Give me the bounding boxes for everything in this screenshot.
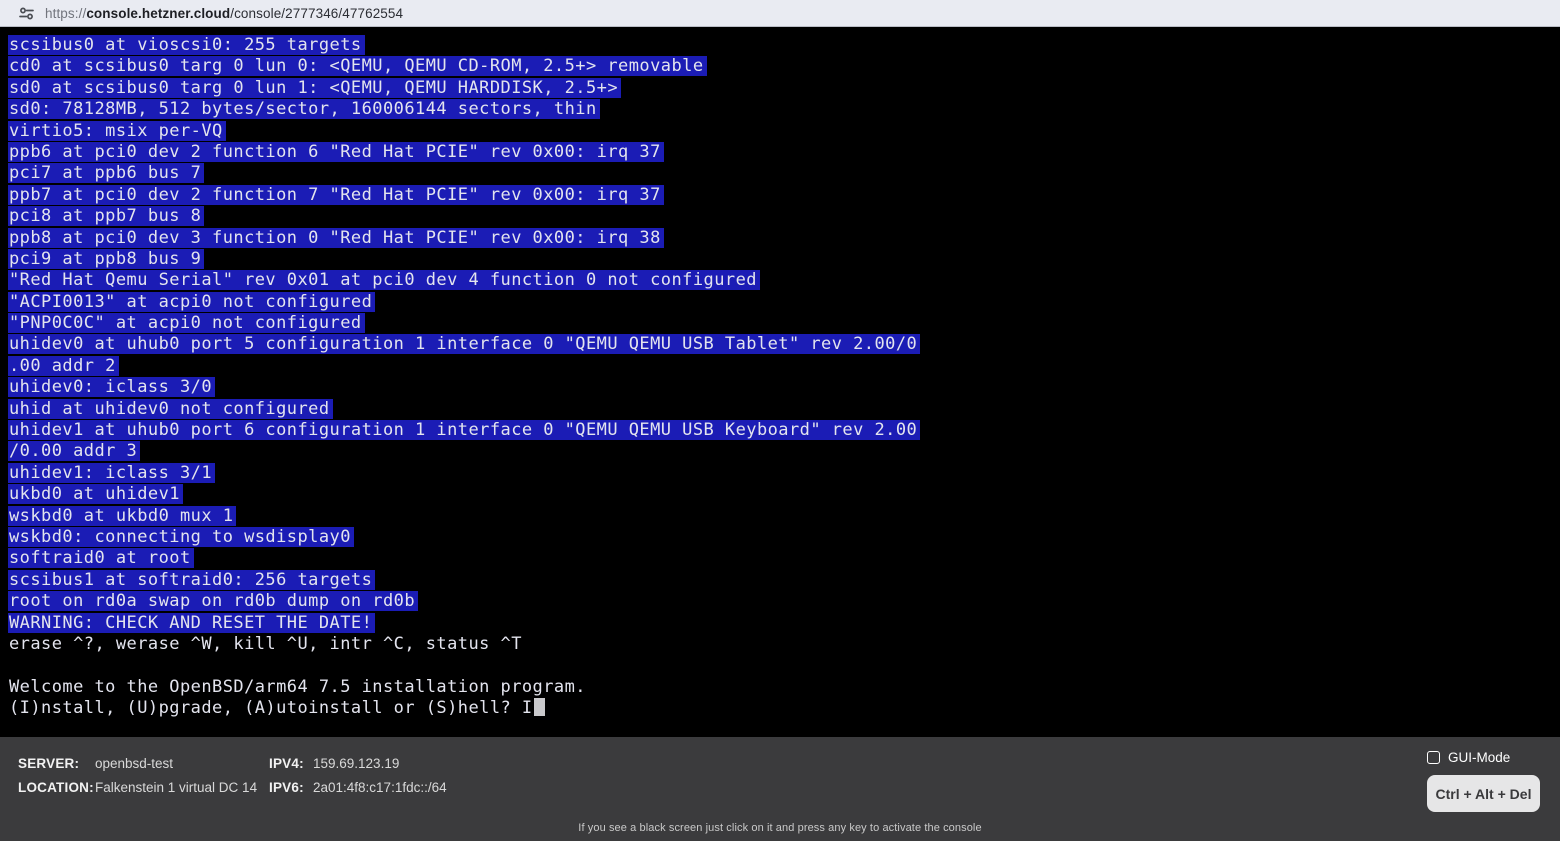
terminal-line: uhidev1 at uhub0 port 6 configuration 1 …	[9, 420, 1560, 441]
terminal-line: (I)nstall, (U)pgrade, (A)utoinstall or (…	[9, 698, 1560, 719]
terminal-line: sd0 at scsibus0 targ 0 lun 1: <QEMU, QEM…	[9, 78, 1560, 99]
text-cursor	[534, 698, 545, 716]
server-value: openbsd-test	[95, 756, 269, 771]
terminal-line: root on rd0a swap on rd0b dump on rd0b	[9, 591, 1560, 612]
terminal-line: erase ^?, werase ^W, kill ^U, intr ^C, s…	[9, 634, 1560, 655]
terminal-line: /0.00 addr 3	[9, 441, 1560, 462]
terminal-line: uhidev1: iclass 3/1	[9, 463, 1560, 484]
terminal-line: "PNP0C0C" at acpi0 not configured	[9, 313, 1560, 334]
terminal-line: wskbd0: connecting to wsdisplay0	[9, 527, 1560, 548]
console-screen[interactable]: scsibus0 at vioscsi0: 255 targetscd0 at …	[0, 27, 1560, 737]
status-bar: SERVER: openbsd-test IPV4: 159.69.123.19…	[0, 737, 1560, 841]
terminal-line: cd0 at scsibus0 targ 0 lun 0: <QEMU, QEM…	[9, 56, 1560, 77]
ctrl-alt-del-button[interactable]: Ctrl + Alt + Del	[1427, 775, 1540, 812]
terminal-line: pci9 at ppb8 bus 9	[9, 249, 1560, 270]
gui-mode-checkbox[interactable]	[1427, 751, 1440, 764]
terminal-line: wskbd0 at ukbd0 mux 1	[9, 506, 1560, 527]
terminal-line: pci8 at ppb7 bus 8	[9, 206, 1560, 227]
terminal-line: Welcome to the OpenBSD/arm64 7.5 install…	[9, 677, 1560, 698]
url-domain: console.hetzner.cloud	[86, 6, 230, 21]
url-scheme: https://	[45, 6, 86, 21]
url-text[interactable]: https://console.hetzner.cloud/console/27…	[45, 6, 403, 21]
terminal-line: uhidev0: iclass 3/0	[9, 377, 1560, 398]
terminal-line: ppb6 at pci0 dev 2 function 6 "Red Hat P…	[9, 142, 1560, 163]
terminal-line: "ACPI0013" at acpi0 not configured	[9, 292, 1560, 313]
location-value: Falkenstein 1 virtual DC 14	[95, 780, 269, 795]
terminal-line: ppb7 at pci0 dev 2 function 7 "Red Hat P…	[9, 185, 1560, 206]
black-screen-hint: If you see a black screen just click on …	[0, 822, 1560, 834]
server-label: SERVER:	[18, 756, 95, 771]
gui-mode-toggle[interactable]: GUI-Mode	[1427, 748, 1510, 766]
terminal-line: .00 addr 2	[9, 356, 1560, 377]
server-info-grid: SERVER: openbsd-test IPV4: 159.69.123.19…	[18, 756, 447, 795]
console-controls: GUI-Mode Ctrl + Alt + Del	[1427, 748, 1540, 812]
terminal-line: uhidev0 at uhub0 port 5 configuration 1 …	[9, 334, 1560, 355]
browser-url-bar[interactable]: https://console.hetzner.cloud/console/27…	[0, 0, 1560, 27]
url-path: /console/2777346/47762554	[230, 6, 403, 21]
terminal-line: pci7 at ppb6 bus 7	[9, 163, 1560, 184]
terminal-line: ukbd0 at uhidev1	[9, 484, 1560, 505]
terminal-line: softraid0 at root	[9, 548, 1560, 569]
terminal-line	[9, 655, 1560, 676]
terminal-line: sd0: 78128MB, 512 bytes/sector, 16000614…	[9, 99, 1560, 120]
ipv6-value: 2a01:4f8:c17:1fdc::/64	[313, 780, 447, 795]
gui-mode-label: GUI-Mode	[1448, 750, 1510, 765]
ipv4-label: IPV4:	[269, 756, 313, 771]
terminal-line: scsibus1 at softraid0: 256 targets	[9, 570, 1560, 591]
location-label: LOCATION:	[18, 780, 95, 795]
terminal-line: uhid at uhidev0 not configured	[9, 399, 1560, 420]
ipv4-value: 159.69.123.19	[313, 756, 447, 771]
console-output: scsibus0 at vioscsi0: 255 targetscd0 at …	[9, 35, 1560, 720]
terminal-line: WARNING: CHECK AND RESET THE DATE!	[9, 613, 1560, 634]
ipv6-label: IPV6:	[269, 780, 313, 795]
site-settings-sliders-icon[interactable]	[18, 5, 35, 22]
terminal-line: ppb8 at pci0 dev 3 function 0 "Red Hat P…	[9, 228, 1560, 249]
terminal-line: virtio5: msix per-VQ	[9, 121, 1560, 142]
terminal-line: scsibus0 at vioscsi0: 255 targets	[9, 35, 1560, 56]
terminal-line: "Red Hat Qemu Serial" rev 0x01 at pci0 d…	[9, 270, 1560, 291]
